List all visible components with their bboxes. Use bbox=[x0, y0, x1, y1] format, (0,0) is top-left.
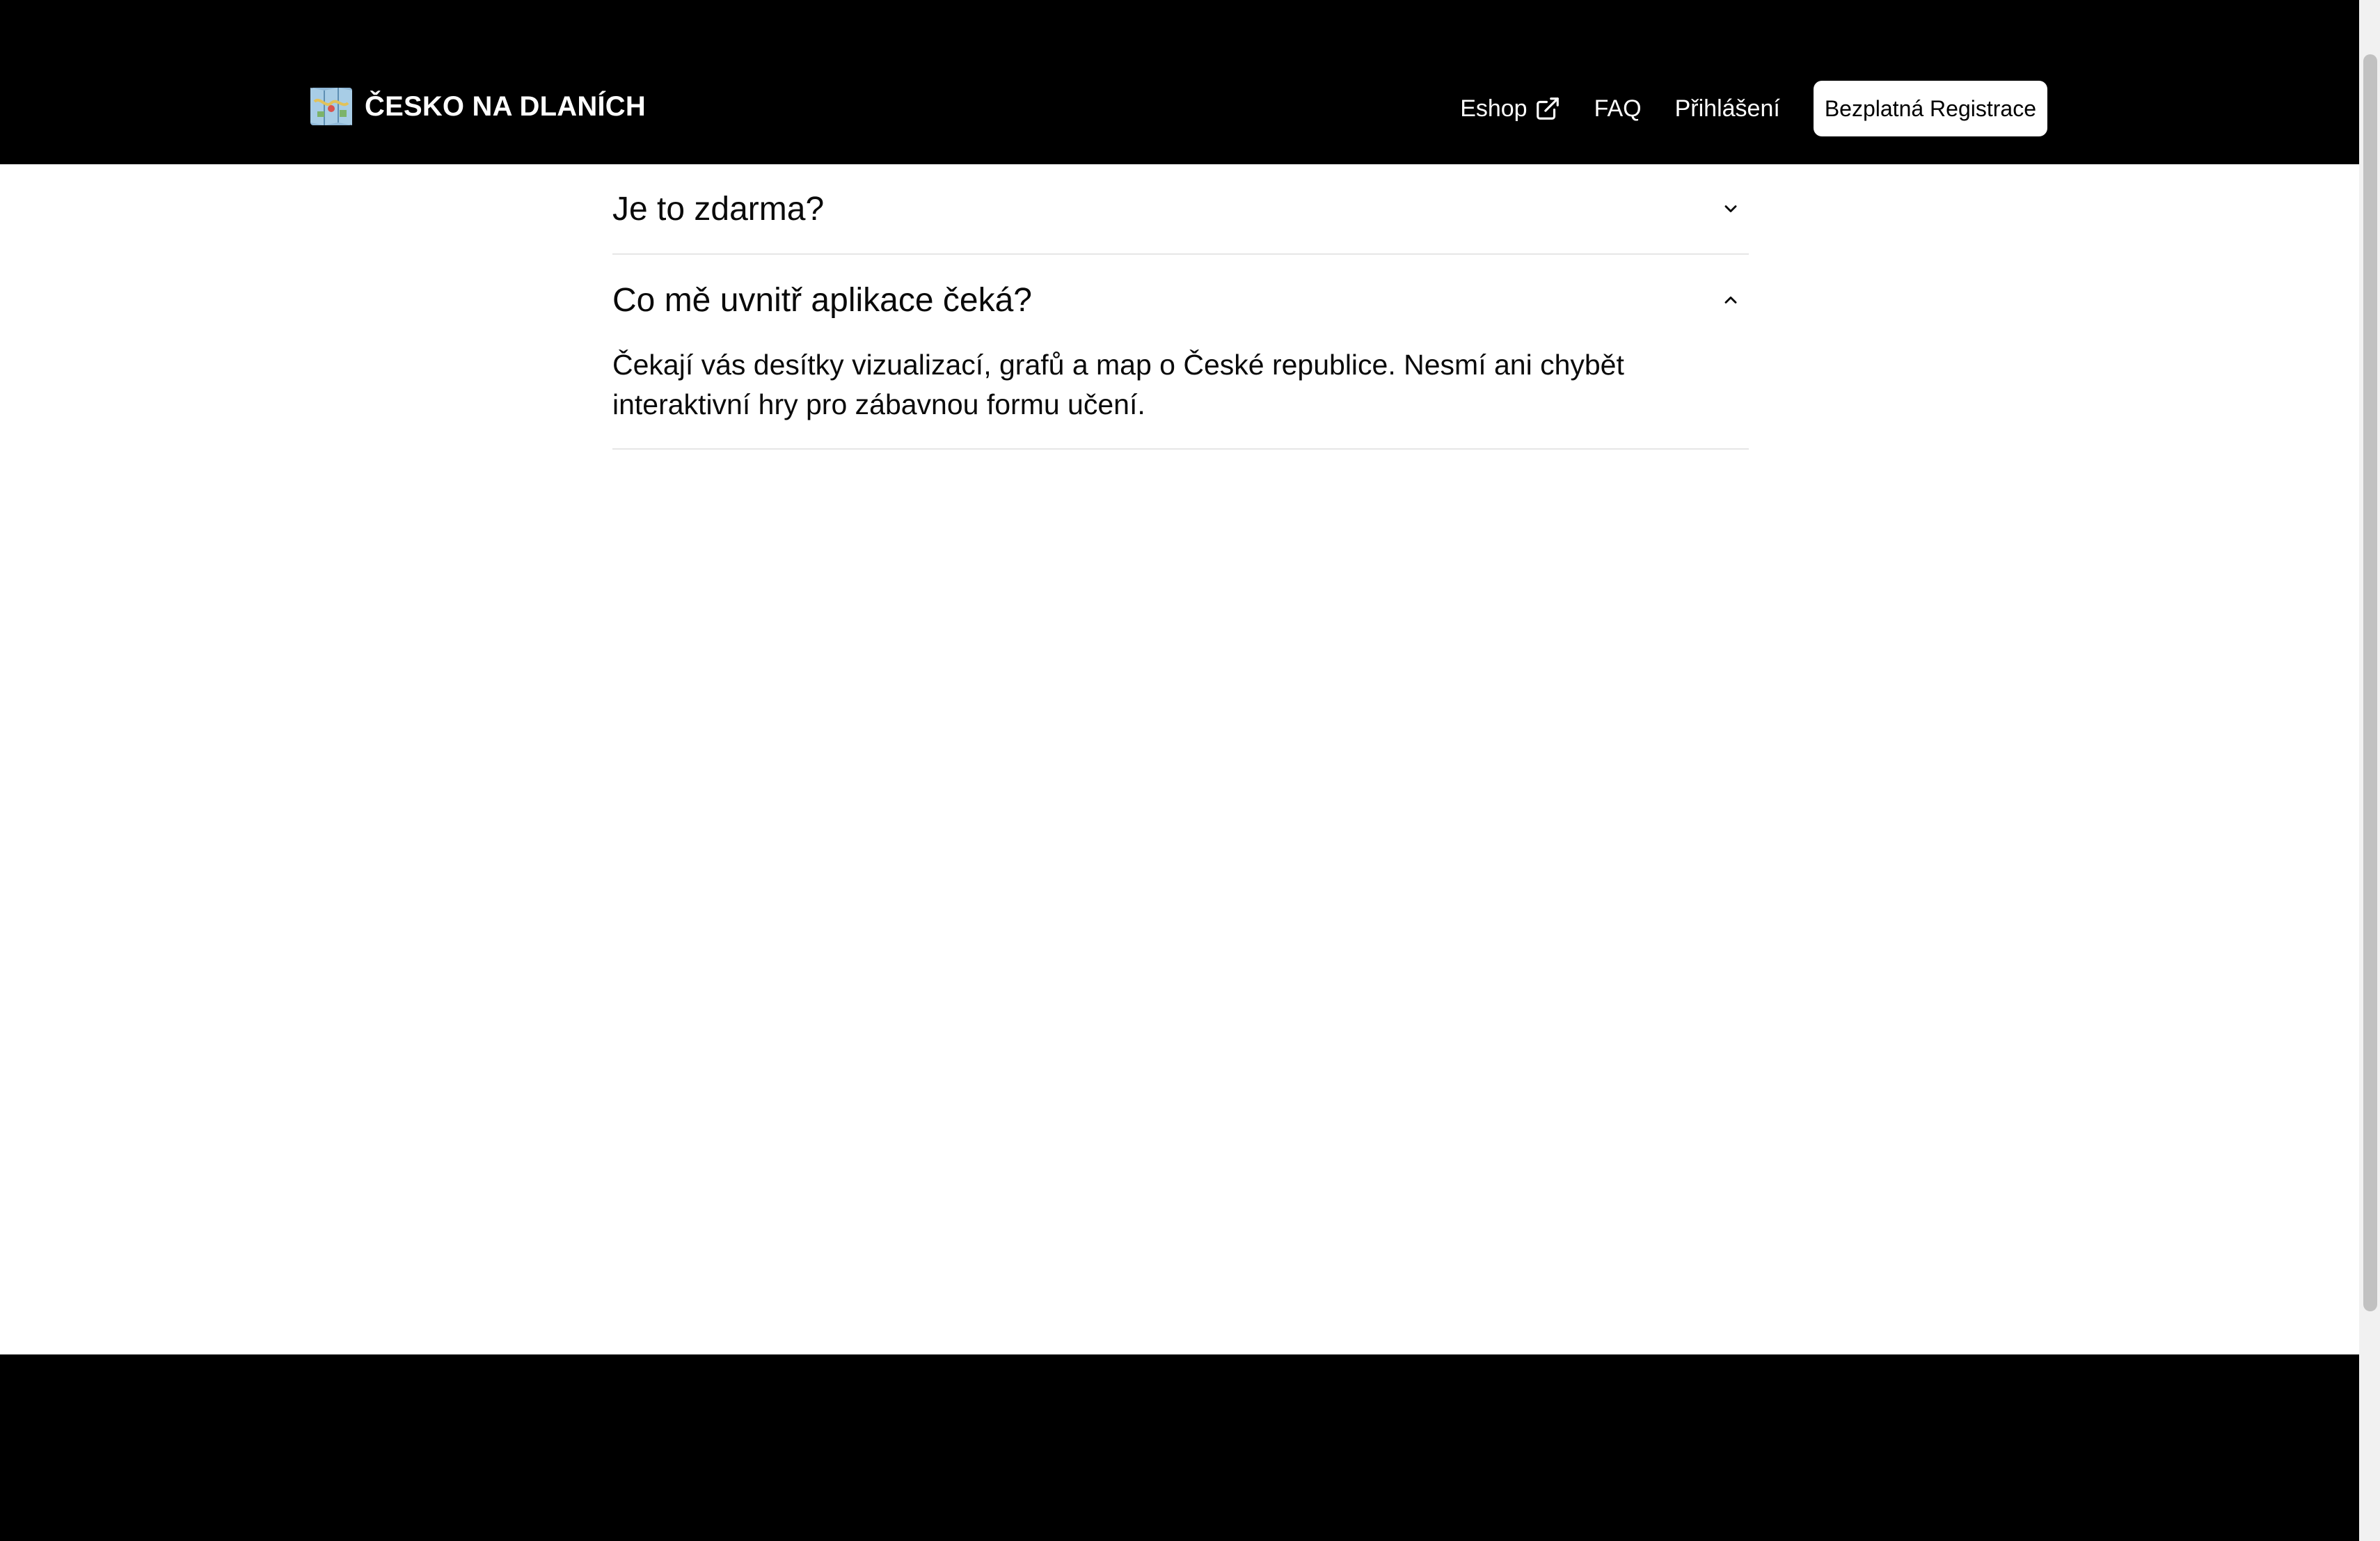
faq-accordion: Je to zdarma? Co mě uvnitř aplikace čeká… bbox=[612, 164, 1749, 450]
scrollbar-track[interactable] bbox=[2359, 0, 2380, 1541]
nav-faq-link[interactable]: FAQ bbox=[1594, 95, 1642, 123]
footer bbox=[0, 1354, 2359, 1541]
brand-link[interactable]: ČESKO NA DLANÍCH bbox=[310, 88, 646, 125]
chevron-up-icon bbox=[1724, 297, 1737, 303]
faq-answer: Čekají vás desítky vizualizací, grafů a … bbox=[612, 349, 1624, 420]
nav-eshop-link[interactable]: Eshop bbox=[1460, 95, 1560, 123]
faq-question: Co mě uvnitř aplikace čeká? bbox=[612, 281, 1032, 319]
brand-name: ČESKO NA DLANÍCH bbox=[365, 90, 646, 122]
faq-item: Co mě uvnitř aplikace čeká? Čekají vás d… bbox=[612, 255, 1749, 450]
page: ČESKO NA DLANÍCH Eshop FAQ Přihlášení Be… bbox=[0, 0, 2380, 1541]
faq-question-toggle[interactable]: Co mě uvnitř aplikace čeká? bbox=[612, 255, 1749, 345]
nav-eshop-label: Eshop bbox=[1460, 95, 1528, 122]
external-link-icon bbox=[1536, 97, 1559, 120]
register-button[interactable]: Bezplatná Registrace bbox=[1813, 81, 2047, 136]
top-navbar: ČESKO NA DLANÍCH Eshop FAQ Přihlášení Be… bbox=[0, 0, 2359, 164]
nav-login-link[interactable]: Přihlášení bbox=[1675, 95, 1780, 123]
scrollbar-thumb[interactable] bbox=[2363, 54, 2377, 1311]
faq-item: Je to zdarma? bbox=[612, 164, 1749, 255]
main-nav: Eshop FAQ Přihlášení Bezplatná Registrac… bbox=[1460, 81, 2047, 136]
faq-question: Je to zdarma? bbox=[612, 190, 825, 228]
chevron-down-icon bbox=[1724, 205, 1737, 212]
faq-question-toggle[interactable]: Je to zdarma? bbox=[612, 164, 1749, 253]
map-icon bbox=[310, 88, 352, 125]
